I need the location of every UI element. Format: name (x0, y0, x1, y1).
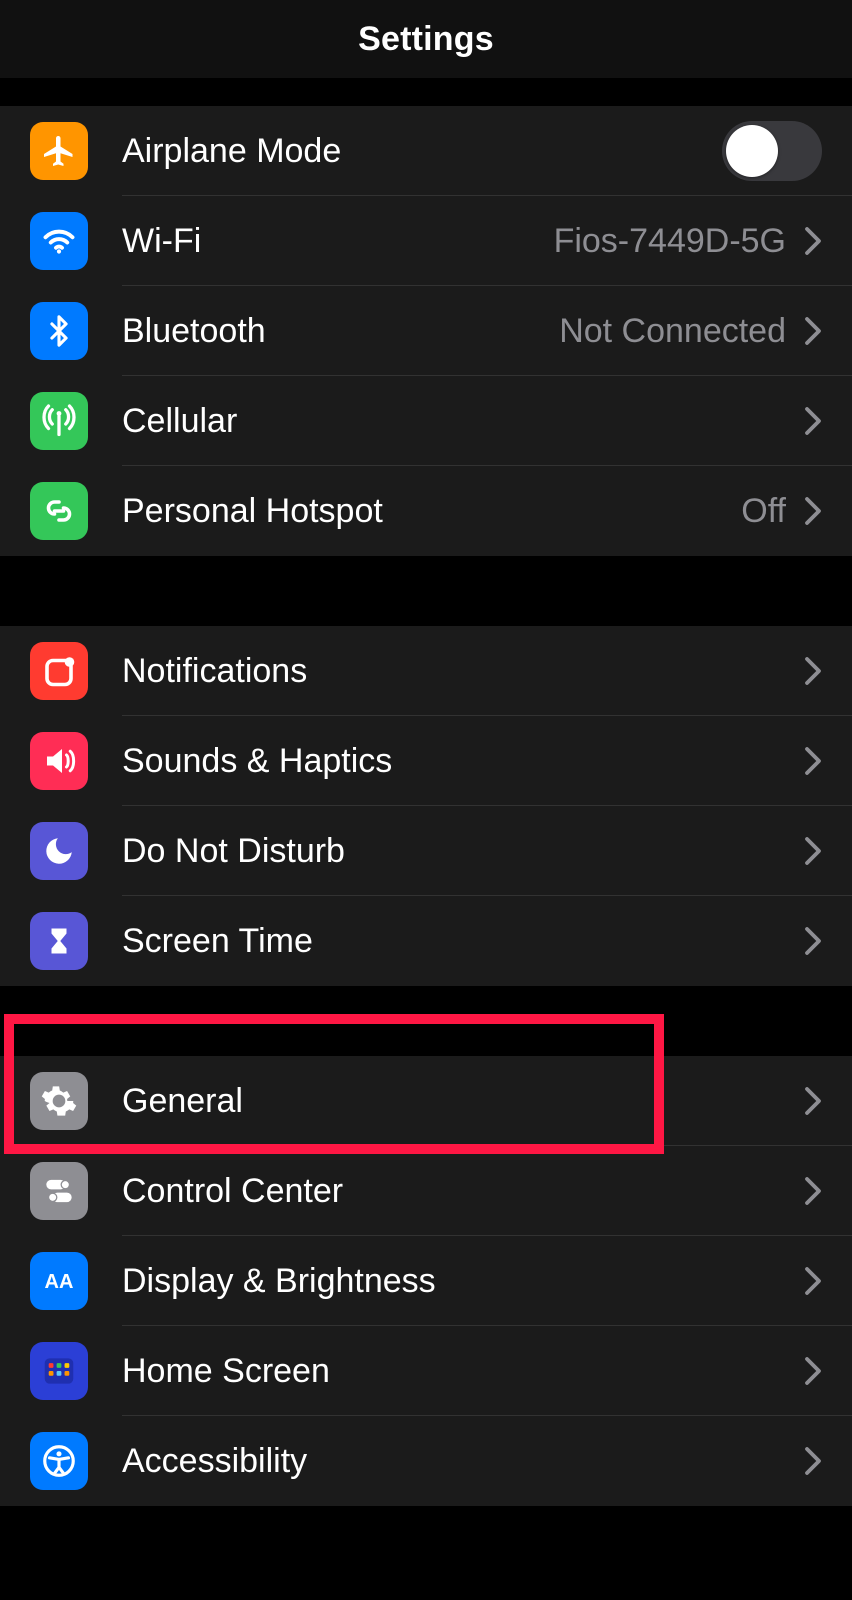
chevron-right-icon (804, 746, 822, 776)
cellular-icon (30, 392, 88, 450)
row-airplane-mode[interactable]: Airplane Mode (0, 106, 852, 196)
general-label: General (122, 1082, 243, 1121)
wifi-label: Wi-Fi (122, 222, 201, 261)
row-do-not-disturb[interactable]: Do Not Disturb (0, 806, 852, 896)
cellular-label: Cellular (122, 402, 237, 441)
chevron-right-icon (804, 226, 822, 256)
screentime-label: Screen Time (122, 922, 313, 961)
group-notifications: Notifications Sounds & Haptics (0, 626, 852, 986)
group-gap (0, 78, 852, 106)
wifi-icon (30, 212, 88, 270)
chevron-right-icon (804, 496, 822, 526)
chevron-right-icon (804, 1176, 822, 1206)
row-personal-hotspot[interactable]: Personal Hotspot Off (0, 466, 852, 556)
hotspot-label: Personal Hotspot (122, 492, 383, 531)
row-accessibility[interactable]: Accessibility (0, 1416, 852, 1506)
home-screen-icon (30, 1342, 88, 1400)
chevron-right-icon (804, 836, 822, 866)
airplane-label: Airplane Mode (122, 132, 341, 171)
control-center-label: Control Center (122, 1172, 343, 1211)
sounds-label: Sounds & Haptics (122, 742, 392, 781)
row-display-brightness[interactable]: AA Display & Brightness (0, 1236, 852, 1326)
row-notifications[interactable]: Notifications (0, 626, 852, 716)
wifi-value: Fios-7449D-5G (554, 222, 786, 261)
hourglass-icon (30, 912, 88, 970)
group-gap (0, 986, 852, 1056)
bluetooth-value: Not Connected (559, 312, 786, 351)
bluetooth-icon (30, 302, 88, 360)
hotspot-icon (30, 482, 88, 540)
sounds-icon (30, 732, 88, 790)
airplane-icon (30, 122, 88, 180)
dnd-label: Do Not Disturb (122, 832, 345, 871)
row-screen-time[interactable]: Screen Time (0, 896, 852, 986)
group-gap (0, 556, 852, 626)
display-icon: AA (30, 1252, 88, 1310)
notifications-icon (30, 642, 88, 700)
moon-icon (30, 822, 88, 880)
row-cellular[interactable]: Cellular (0, 376, 852, 466)
display-label: Display & Brightness (122, 1262, 436, 1301)
home-screen-label: Home Screen (122, 1352, 330, 1391)
group-general: General Control Center (0, 1056, 852, 1506)
row-bluetooth[interactable]: Bluetooth Not Connected (0, 286, 852, 376)
chevron-right-icon (804, 316, 822, 346)
control-center-icon (30, 1162, 88, 1220)
chevron-right-icon (804, 656, 822, 686)
row-control-center[interactable]: Control Center (0, 1146, 852, 1236)
accessibility-label: Accessibility (122, 1442, 307, 1481)
airplane-toggle[interactable] (722, 121, 822, 181)
chevron-right-icon (804, 1356, 822, 1386)
settings-header: Settings (0, 0, 852, 78)
chevron-right-icon (804, 406, 822, 436)
hotspot-value: Off (741, 492, 786, 531)
row-home-screen[interactable]: Home Screen (0, 1326, 852, 1416)
chevron-right-icon (804, 1086, 822, 1116)
svg-text:AA: AA (45, 1271, 74, 1293)
notifications-label: Notifications (122, 652, 307, 691)
accessibility-icon (30, 1432, 88, 1490)
bluetooth-label: Bluetooth (122, 312, 266, 351)
chevron-right-icon (804, 1266, 822, 1296)
gear-icon (30, 1072, 88, 1130)
row-sounds-haptics[interactable]: Sounds & Haptics (0, 716, 852, 806)
chevron-right-icon (804, 926, 822, 956)
row-wifi[interactable]: Wi-Fi Fios-7449D-5G (0, 196, 852, 286)
group-connectivity: Airplane Mode Wi-Fi Fios-7449D-5G (0, 106, 852, 556)
page-title: Settings (358, 20, 494, 59)
chevron-right-icon (804, 1446, 822, 1476)
row-general[interactable]: General (0, 1056, 852, 1146)
